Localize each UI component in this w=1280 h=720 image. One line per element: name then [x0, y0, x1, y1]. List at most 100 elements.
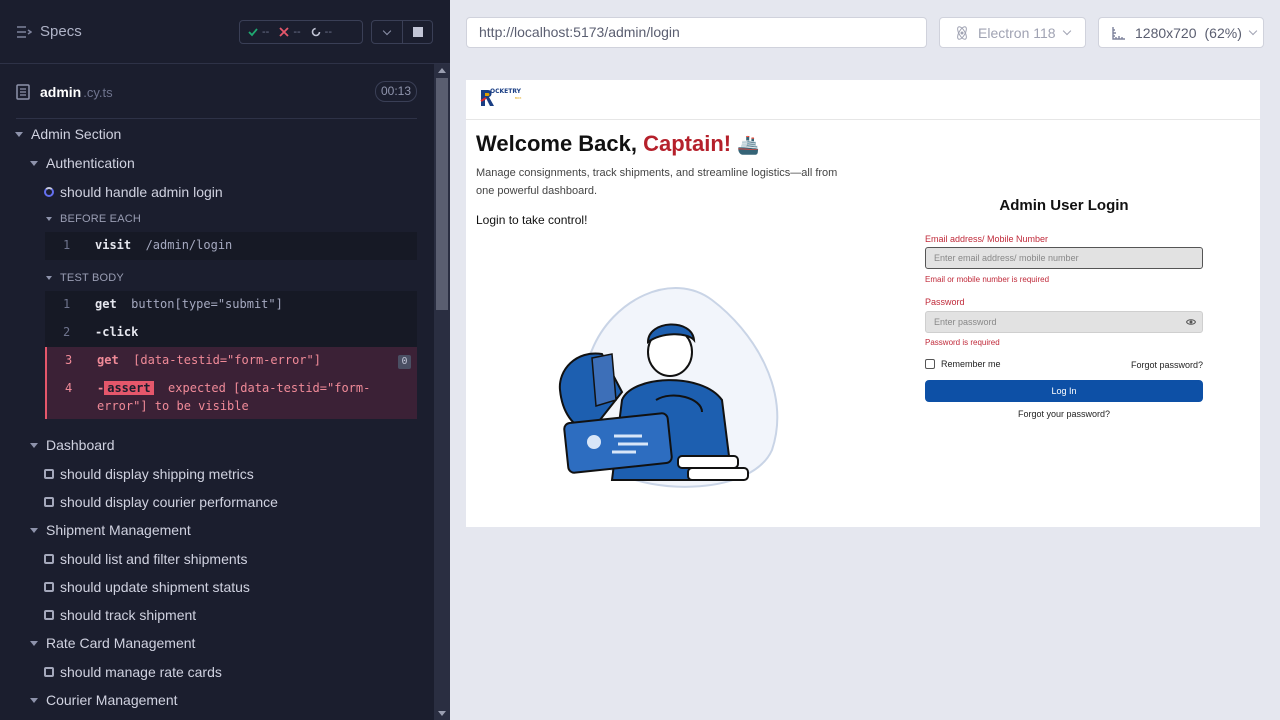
test-item[interactable]: should update shipment status	[44, 576, 250, 598]
command-name: visit	[95, 238, 132, 252]
hook-label: TEST BODY	[60, 272, 124, 284]
command-get-submit[interactable]: 1 get button[type="submit"]	[45, 291, 417, 319]
test-title: should display courier performance	[60, 494, 278, 510]
stop-icon	[412, 27, 423, 37]
chevron-down-icon	[382, 26, 392, 35]
command-assert-failed[interactable]: 4 - assert expected [data-testid="form-er…	[45, 375, 417, 419]
collapse-dropdown-button[interactable]	[371, 20, 403, 44]
suite-courier-management[interactable]: Courier Management	[30, 689, 178, 711]
test-running[interactable]: should handle admin login	[44, 181, 223, 203]
pending-test-icon	[44, 667, 54, 677]
suite-title: Dashboard	[46, 437, 115, 453]
viewport-scale: (62%)	[1204, 24, 1242, 41]
forgot-password-link[interactable]: Forgot password?	[1131, 360, 1203, 370]
forgot-your-password-link[interactable]: Forgot your password?	[925, 409, 1203, 419]
stop-button[interactable]	[403, 20, 433, 44]
command-number: 3	[65, 353, 73, 367]
logo-text: OCKETRY	[490, 88, 521, 95]
check-icon	[248, 28, 258, 37]
assert-message-line1: expected [data-testid="form-	[168, 381, 371, 395]
logo-subtext: BOX	[515, 96, 522, 100]
suite-authentication[interactable]: Authentication	[30, 152, 135, 174]
caret-down-icon	[46, 217, 52, 221]
viewport-info[interactable]: 1280x720 (62%)	[1098, 17, 1264, 48]
test-title: should display shipping metrics	[60, 466, 254, 482]
app-under-test-frame: OCKETRY BOX Welcome Back, Captain! 🚢 Man…	[466, 80, 1260, 527]
pending-circle-icon	[311, 27, 320, 37]
command-number: 4	[65, 381, 73, 395]
login-button[interactable]: Log In	[925, 380, 1203, 402]
email-label: Email address/ Mobile Number	[925, 234, 1049, 244]
test-item[interactable]: should track shipment	[44, 604, 196, 626]
take-control-text: Login to take control!	[476, 213, 588, 227]
pending-test-icon	[44, 469, 54, 479]
chevron-down-icon	[1248, 26, 1258, 36]
welcome-prefix: Welcome Back,	[476, 131, 644, 156]
command-visit[interactable]: 1 visit /admin/login	[45, 232, 417, 260]
runner-topbar: Specs -- -- --	[0, 0, 450, 64]
person-with-laptop-illustration	[558, 287, 779, 488]
test-item[interactable]: should list and filter shipments	[44, 548, 248, 570]
file-icon	[16, 84, 30, 100]
caret-down-icon	[30, 527, 38, 533]
command-click[interactable]: 2 -click	[45, 319, 417, 347]
command-number: 1	[63, 238, 71, 252]
specs-button[interactable]: Specs	[16, 23, 82, 40]
command-name: get	[97, 353, 119, 367]
caret-down-icon	[15, 131, 23, 137]
specs-list-icon	[17, 25, 32, 38]
test-item[interactable]: should display shipping metrics	[44, 463, 254, 485]
test-item[interactable]: should manage rate cards	[44, 661, 222, 683]
hook-before-each[interactable]: BEFORE EACH	[46, 208, 141, 230]
password-input[interactable]: Enter password	[925, 311, 1203, 333]
command-get-form-error[interactable]: 3 get [data-testid="form-error"] 0	[45, 347, 417, 375]
scroll-up-arrow-icon[interactable]	[438, 68, 446, 73]
eye-icon[interactable]	[1186, 318, 1196, 326]
passed-stat: --	[248, 26, 269, 38]
welcome-name: Captain!	[643, 131, 732, 156]
command-arg: /admin/login	[145, 238, 233, 252]
pending-stat: --	[311, 26, 332, 38]
suite-title: Authentication	[46, 155, 135, 171]
email-input[interactable]: Enter email address/ mobile number	[925, 247, 1203, 269]
command-number: 2	[63, 325, 71, 339]
assert-message-line2: error"] to be visible	[97, 399, 249, 413]
scroll-down-arrow-icon[interactable]	[438, 711, 446, 716]
command-number: 1	[63, 297, 71, 311]
hook-test-body[interactable]: TEST BODY	[46, 267, 124, 289]
scroll-thumb[interactable]	[436, 78, 448, 310]
email-error: Email or mobile number is required	[925, 275, 1050, 284]
command-name: get	[95, 297, 117, 311]
password-label: Password	[925, 297, 965, 307]
test-title: should track shipment	[60, 607, 197, 623]
aut-url-bar[interactable]: http://localhost:5173/admin/login	[466, 17, 927, 48]
suite-title: Admin Section	[31, 126, 122, 142]
remember-me[interactable]: Remember me	[925, 359, 1001, 369]
suite-dashboard[interactable]: Dashboard	[30, 434, 115, 456]
hook-label: BEFORE EACH	[60, 213, 142, 225]
suite-title: Courier Management	[46, 692, 178, 708]
spec-file-ext: .cy.ts	[83, 84, 113, 100]
remember-checkbox[interactable]	[925, 359, 935, 369]
suite-shipment-management[interactable]: Shipment Management	[30, 519, 191, 541]
test-title: should list and filter shipments	[60, 551, 248, 567]
spec-file-header: admin .cy.ts 00:13	[16, 76, 417, 108]
caret-down-icon	[30, 442, 38, 448]
spec-duration: 00:13	[375, 81, 417, 102]
test-title: should update shipment status	[60, 579, 250, 595]
caret-down-icon	[30, 640, 38, 646]
reporter-scrollbar[interactable]	[434, 64, 450, 720]
suite-admin-section[interactable]: Admin Section	[15, 123, 121, 145]
spec-file-name: admin	[40, 84, 82, 100]
suite-rate-card-management[interactable]: Rate Card Management	[30, 632, 195, 654]
suite-title: Shipment Management	[46, 522, 191, 538]
browser-selector[interactable]: Electron 118	[939, 17, 1086, 48]
caret-down-icon	[46, 276, 52, 280]
specs-label: Specs	[40, 23, 82, 40]
assert-badge: assert	[104, 381, 154, 395]
chevron-down-icon	[1062, 26, 1071, 36]
pending-test-icon	[44, 582, 54, 592]
test-item[interactable]: should display courier performance	[44, 491, 278, 513]
suite-title: Rate Card Management	[46, 635, 196, 651]
description-text: Manage consignments, track shipments, an…	[476, 167, 838, 197]
